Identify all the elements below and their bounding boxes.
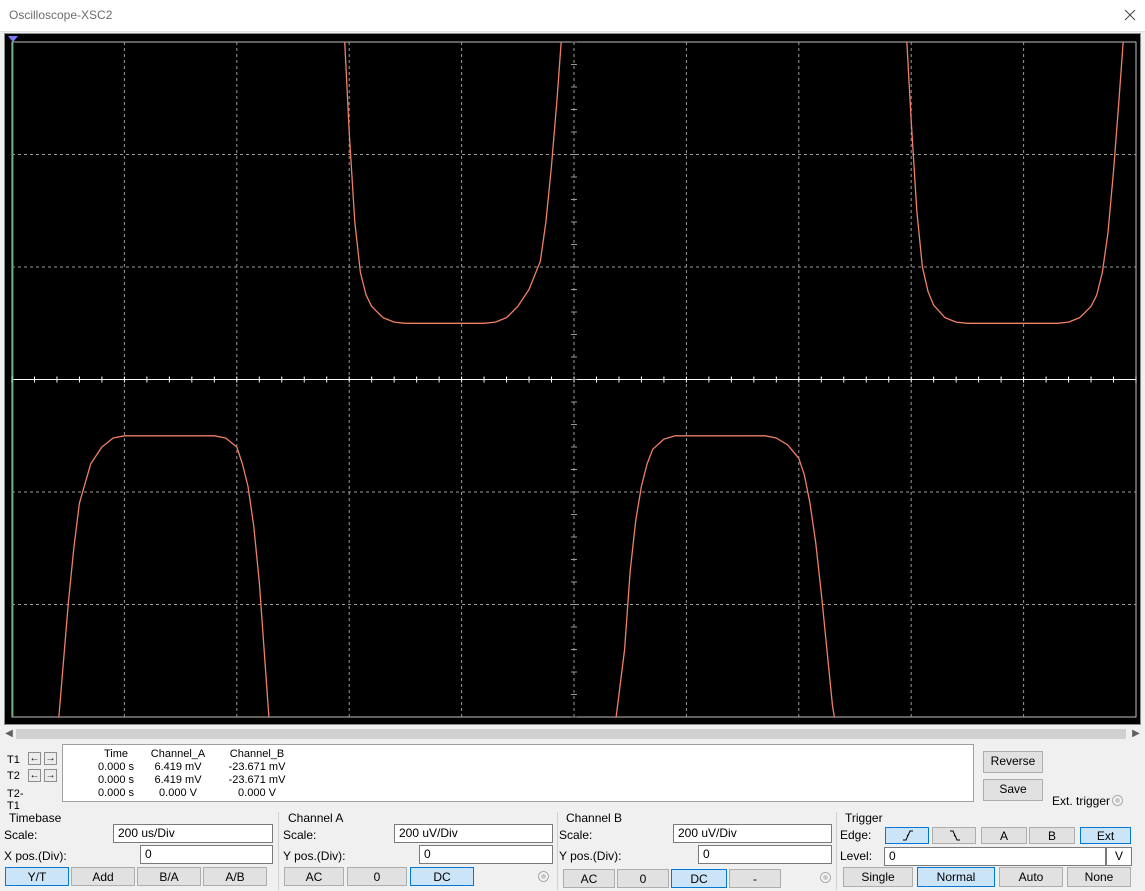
t1-left-arrow-icon[interactable]: ←: [28, 752, 41, 765]
trigger-source-a-button[interactable]: A: [981, 827, 1027, 844]
channel-b-title: Channel B: [566, 811, 623, 825]
channel-a-ypos-input[interactable]: 0: [419, 845, 553, 864]
header-channel-b: Channel_B: [229, 748, 285, 760]
divider-3: [836, 812, 837, 890]
t1-channel-a: 6.419 mV: [154, 761, 202, 773]
t2-channel-a: 6.419 mV: [154, 774, 202, 786]
timebase-scale-input[interactable]: 200 us/Div: [113, 824, 273, 843]
scroll-right-icon[interactable]: ▶: [1129, 727, 1143, 741]
timebase-title: Timebase: [9, 811, 62, 825]
cursor-t2-label: T2: [7, 770, 20, 782]
horizontal-scrollbar[interactable]: ◀ ▶: [0, 727, 1145, 741]
channel-b-minus-button[interactable]: -: [729, 869, 781, 888]
falling-edge-button[interactable]: [885, 827, 929, 844]
channel-b-dc-button[interactable]: DC: [671, 869, 727, 888]
t2-right-arrow-icon[interactable]: →: [44, 769, 57, 782]
ext-trigger-radio[interactable]: [1112, 795, 1123, 806]
mode-add-button[interactable]: Add: [71, 867, 135, 886]
channel-a-ac-button[interactable]: AC: [284, 867, 344, 886]
divider-2: [557, 812, 558, 890]
t2-left-arrow-icon[interactable]: ←: [28, 769, 41, 782]
trigger-single-button[interactable]: Single: [843, 867, 913, 887]
t2t1-time: 0.000 s: [97, 787, 135, 799]
timebase-scale-label: Scale:: [4, 828, 38, 842]
header-time: Time: [103, 748, 129, 760]
x-pos-input[interactable]: 0: [140, 845, 273, 864]
rising-edge-icon: [950, 830, 960, 841]
channel-b-zero-button[interactable]: 0: [617, 869, 669, 888]
mode-ba-button[interactable]: B/A: [137, 867, 201, 886]
channel-a-dc-button[interactable]: DC: [410, 867, 474, 886]
x-pos-label: X pos.(Div):: [4, 849, 67, 863]
channel-a-ypos-label: Y pos.(Div):: [283, 849, 346, 863]
t2-channel-b: -23.671 mV: [228, 774, 286, 786]
cursor-t2t1-label: T2-T1: [7, 788, 24, 812]
close-icon: [1124, 9, 1136, 21]
oscilloscope-screen[interactable]: [4, 33, 1141, 725]
mode-ab-button[interactable]: A/B: [203, 867, 267, 886]
close-button[interactable]: [1115, 0, 1145, 31]
rising-edge-button[interactable]: [932, 827, 976, 844]
cursor-readout-table: Time Channel_A Channel_B 0.000 s 6.419 m…: [62, 744, 974, 802]
channel-a-radio[interactable]: [538, 871, 549, 882]
trigger-title: Trigger: [845, 811, 883, 825]
channel-b-ac-button[interactable]: AC: [563, 869, 615, 888]
trigger-auto-button[interactable]: Auto: [999, 867, 1063, 887]
falling-edge-icon: [903, 830, 913, 841]
scroll-thumb[interactable]: [16, 729, 1126, 739]
mode-yt-button[interactable]: Y/T: [5, 867, 69, 886]
title-bar: Oscilloscope-XSC2: [0, 0, 1145, 32]
trigger-level-unit[interactable]: V: [1106, 847, 1132, 866]
t2-time: 0.000 s: [97, 774, 135, 786]
t1-right-arrow-icon[interactable]: →: [44, 752, 57, 765]
save-button[interactable]: Save: [983, 779, 1043, 801]
scroll-left-icon[interactable]: ◀: [2, 727, 16, 741]
trigger-none-button[interactable]: None: [1067, 867, 1131, 887]
channel-a-scale-label: Scale:: [283, 828, 317, 842]
ext-trigger-label: Ext. trigger: [1052, 794, 1111, 808]
trigger-level-input[interactable]: 0: [884, 847, 1106, 866]
header-channel-a: Channel_A: [150, 748, 206, 760]
cursor-t1-marker: [8, 36, 18, 42]
trigger-source-ext-button[interactable]: Ext: [1080, 827, 1131, 844]
channel-b-radio[interactable]: [820, 872, 831, 883]
channel-b-scale-label: Scale:: [559, 828, 593, 842]
t2t1-channel-a: 0.000 V: [159, 787, 197, 799]
cursor-t1-label: T1: [7, 754, 20, 766]
divider-1: [278, 812, 279, 890]
waveform-display[interactable]: [5, 34, 1140, 724]
trigger-source-b-button[interactable]: B: [1029, 827, 1075, 844]
trigger-normal-button[interactable]: Normal: [917, 867, 995, 887]
channel-a-scale-input[interactable]: 200 uV/Div: [394, 824, 553, 843]
channel-b-ypos-input[interactable]: 0: [698, 845, 832, 864]
t1-time: 0.000 s: [97, 761, 135, 773]
reverse-button[interactable]: Reverse: [983, 751, 1043, 773]
t2t1-channel-b: 0.000 V: [238, 787, 276, 799]
window-title: Oscilloscope-XSC2: [9, 8, 113, 22]
trigger-edge-label: Edge:: [840, 828, 872, 842]
channel-b-ypos-label: Y pos.(Div):: [559, 849, 622, 863]
t1-channel-b: -23.671 mV: [228, 761, 286, 773]
channel-a-zero-button[interactable]: 0: [347, 867, 407, 886]
trigger-level-label: Level:: [840, 849, 873, 863]
channel-b-scale-input[interactable]: 200 uV/Div: [673, 824, 832, 843]
channel-a-title: Channel A: [288, 811, 344, 825]
